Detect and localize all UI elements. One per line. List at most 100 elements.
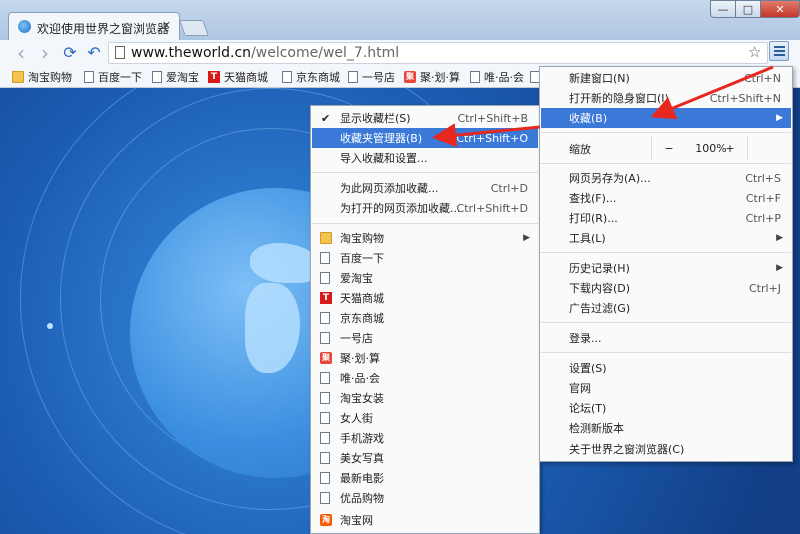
bookmark-folder-taobao[interactable]: 淘宝购物 ▶ [312,228,538,248]
menu-item-settings[interactable]: 设置(S) [541,358,791,378]
page-icon [320,452,330,464]
menu-item-save-as[interactable]: 网页另存为(A)... Ctrl+S [541,168,791,188]
bookmark-item[interactable]: 百度一下 [312,248,538,268]
folder-icon [12,71,24,83]
undo-close-button[interactable]: ↶ [85,44,103,62]
menu-item-website[interactable]: 官网 [541,378,791,398]
page-icon [470,71,480,83]
url-text: www.theworld.cn/welcome/wel_7.html [131,45,400,61]
bookmark-item[interactable]: 淘淘宝网 [312,510,538,530]
bookmark-item[interactable]: 唯·品·会 [470,69,524,85]
taobao-icon: 淘 [320,514,332,526]
bookmark-item[interactable]: 京东商城 [312,308,538,328]
bookmark-item[interactable]: 女人街 [312,408,538,428]
menu-item-adblock[interactable]: 广告过滤(G) [541,298,791,318]
menu-item-print[interactable]: 打印(R)... Ctrl+P [541,208,791,228]
tab-close-icon[interactable]: ✕ [162,19,171,32]
new-tab-button[interactable] [179,20,209,36]
bookmark-item[interactable]: 淘宝购物 [12,69,72,85]
submenu-arrow-icon: ▶ [523,233,530,243]
page-icon [320,372,330,384]
bookmark-item[interactable]: 聚聚·划·算 [404,69,460,85]
zoom-label: 缩放 [569,143,591,156]
submenu-arrow-icon: ▶ [776,263,783,273]
bookmark-item[interactable]: T 天猫商城 [312,288,538,308]
bookmark-star-icon[interactable]: ☆ [748,43,761,61]
page-icon [115,46,125,59]
bookmark-item[interactable]: 百度一下 [84,69,142,85]
zoom-in-button[interactable]: + [715,136,745,160]
bookmark-item[interactable]: 爱淘宝 [312,268,538,288]
bookmark-item[interactable]: 优品购物 [312,488,538,508]
submenu-arrow-icon: ▶ [776,233,783,243]
main-menu: 新建窗口(N) Ctrl+N 打开新的隐身窗口(I) Ctrl+Shift+N 收藏… [539,66,793,462]
maximize-button[interactable]: □ [735,0,761,18]
bookmark-item[interactable]: 最新电影 [312,468,538,488]
juhuasuan-icon: 聚 [320,352,332,364]
zoom-out-button[interactable]: − [651,136,686,160]
page-icon [320,272,330,284]
page-icon [152,71,162,83]
close-window-button[interactable]: ✕ [760,0,800,18]
page-icon [320,492,330,504]
bookmark-item[interactable]: 唯·品·会 [312,368,538,388]
bookmark-item[interactable]: 聚聚·划·算 [312,348,538,368]
menu-separator [312,172,538,173]
bookmark-item[interactable]: 京东商城 [282,69,340,85]
menu-item-bookmark-open-pages[interactable]: 为打开的网页添加收藏... Ctrl+Shift+D [312,198,538,218]
menu-item-incognito-window[interactable]: 打开新的隐身窗口(I) Ctrl+Shift+N [541,88,791,108]
page-icon [320,432,330,444]
forward-button[interactable]: › [36,43,54,63]
menu-item-new-window[interactable]: 新建窗口(N) Ctrl+N [541,68,791,88]
browser-window: 欢迎使用世界之窗浏览器 ✕ — □ ✕ ‹ › ⟳ ↶ www.theworld… [0,0,800,534]
bookmark-item[interactable]: 美女写真 [312,448,538,468]
refresh-button[interactable]: ⟳ [61,44,79,62]
tmall-icon: T [208,71,220,83]
page-icon [320,472,330,484]
page-icon [84,71,94,83]
bookmark-item[interactable]: 爱淘宝 [152,69,199,85]
zoom-row: 缩放 − 100% + [541,136,791,160]
bookmark-item[interactable]: 一号店 [312,328,538,348]
page-icon [320,332,330,344]
tab-welcome[interactable]: 欢迎使用世界之窗浏览器 ✕ [8,12,180,40]
land-shape [245,283,300,373]
bookmark-item[interactable]: 手机游戏 [312,428,538,448]
address-bar[interactable]: www.theworld.cn/welcome/wel_7.html [108,42,768,64]
menu-item-check-update[interactable]: 检测新版本 [541,418,791,438]
menu-item-downloads[interactable]: 下载内容(D) Ctrl+J [541,278,791,298]
menu-item-bookmark-manager[interactable]: 收藏夹管理器(B) Ctrl+Shift+O [312,128,538,148]
menu-item-find[interactable]: 查找(F)... Ctrl+F [541,188,791,208]
check-icon: ✔ [321,111,331,125]
fullscreen-button[interactable] [747,136,792,160]
menu-item-about[interactable]: 关于世界之窗浏览器(C) [541,439,791,459]
navigation-toolbar: ‹ › ⟳ ↶ www.theworld.cn/welcome/wel_7.ht… [0,40,800,66]
menu-separator [541,352,791,353]
menu-separator [312,223,538,224]
tmall-icon: T [320,292,332,304]
bookmark-item[interactable]: 一号店 [348,69,395,85]
menu-item-history[interactable]: 历史记录(H) ▶ [541,258,791,278]
bookmark-item[interactable]: T 天猫商城 [208,69,268,85]
menu-separator [541,163,791,164]
juhuasuan-icon: 聚 [404,71,416,83]
page-icon [282,71,292,83]
menu-item-show-bookmarks-bar[interactable]: ✔ 显示收藏栏(S) Ctrl+Shift+B [312,108,538,128]
menu-item-bookmark-this-page[interactable]: 为此网页添加收藏... Ctrl+D [312,178,538,198]
page-icon [320,392,330,404]
submenu-arrow-icon: ▶ [776,113,783,123]
menu-item-login[interactable]: 登录... [541,328,791,348]
menu-separator [541,252,791,253]
minimize-button[interactable]: — [710,0,736,18]
page-icon [348,71,358,83]
back-button[interactable]: ‹ [12,43,30,63]
menu-item-bookmarks[interactable]: 收藏(B) ▶ [541,108,791,128]
menu-item-tools[interactable]: 工具(L) ▶ [541,228,791,248]
menu-separator [541,132,791,133]
bookmark-item[interactable]: 淘宝女装 [312,388,538,408]
main-menu-button[interactable] [769,41,789,61]
menu-item-forum[interactable]: 论坛(T) [541,398,791,418]
title-bar: 欢迎使用世界之窗浏览器 ✕ — □ ✕ [0,0,800,40]
menu-item-import-bookmarks[interactable]: 导入收藏和设置... [312,148,538,168]
tab-title: 欢迎使用世界之窗浏览器 [37,22,170,36]
